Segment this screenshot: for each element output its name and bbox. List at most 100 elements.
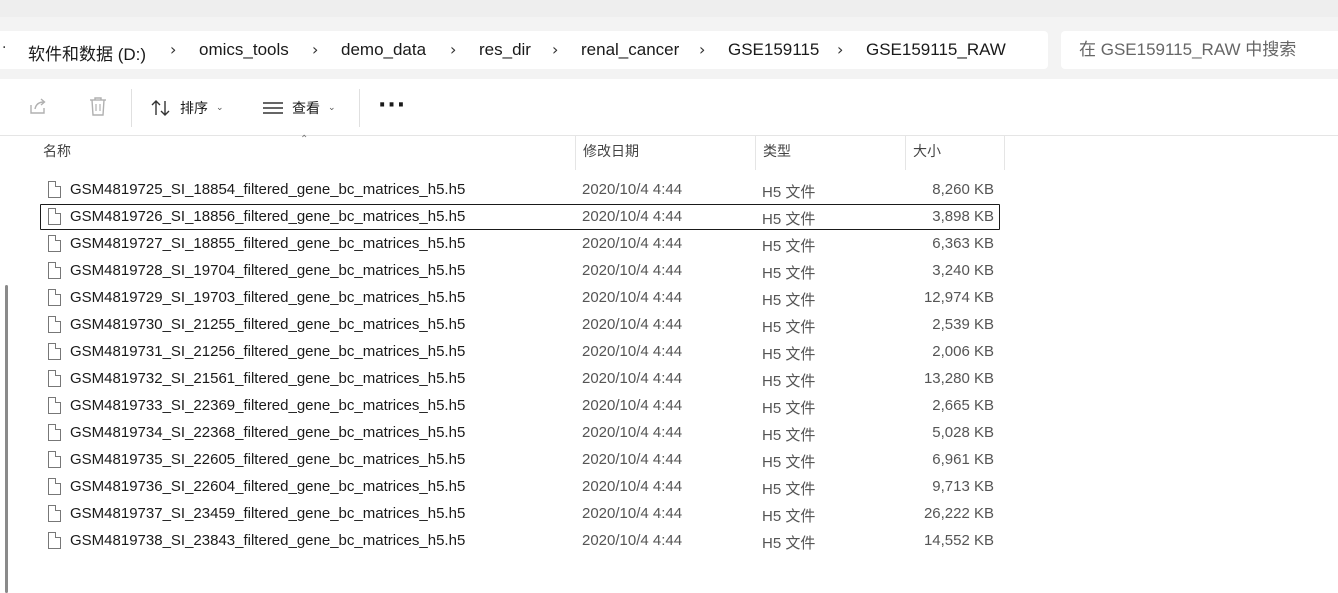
file-name: GSM4819730_SI_21255_filtered_gene_bc_mat… bbox=[70, 316, 466, 333]
file-type: H5 文件 bbox=[762, 400, 816, 417]
file-icon bbox=[48, 343, 61, 360]
file-size: 2,539 KB bbox=[932, 316, 994, 333]
file-size: 2,665 KB bbox=[932, 397, 994, 414]
file-row[interactable]: GSM4819732_SI_21561_filtered_gene_bc_mat… bbox=[40, 366, 1000, 392]
file-row[interactable]: GSM4819725_SI_18854_filtered_gene_bc_mat… bbox=[40, 177, 1000, 203]
breadcrumb[interactable]: · 软件和数据 (D:) › omics_tools › demo_data ›… bbox=[0, 31, 1048, 69]
file-icon bbox=[48, 505, 61, 522]
file-modified-date: 2020/10/4 4:44 bbox=[582, 262, 683, 279]
file-row[interactable]: GSM4819735_SI_22605_filtered_gene_bc_mat… bbox=[40, 447, 1000, 473]
share-icon[interactable] bbox=[27, 95, 51, 119]
file-type: H5 文件 bbox=[762, 481, 816, 498]
breadcrumb-item-res-dir[interactable]: res_dir bbox=[479, 40, 531, 60]
file-name: GSM4819737_SI_23459_filtered_gene_bc_mat… bbox=[70, 505, 466, 522]
file-modified-date: 2020/10/4 4:44 bbox=[582, 235, 683, 252]
window-top-strip bbox=[0, 0, 1338, 17]
view-button[interactable]: 查看 ⌄ bbox=[262, 95, 336, 121]
file-type: H5 文件 bbox=[762, 373, 816, 390]
sort-label: 排序 bbox=[180, 101, 208, 117]
navigation-pane-scrollbar[interactable] bbox=[5, 285, 8, 593]
file-row[interactable]: GSM4819733_SI_22369_filtered_gene_bc_mat… bbox=[40, 393, 1000, 419]
file-name: GSM4819733_SI_22369_filtered_gene_bc_mat… bbox=[70, 397, 466, 414]
more-options-button[interactable]: ··· bbox=[378, 93, 406, 118]
breadcrumb-item-omics-tools[interactable]: omics_tools bbox=[199, 40, 289, 60]
chevron-down-icon: ⌄ bbox=[328, 103, 336, 113]
file-modified-date: 2020/10/4 4:44 bbox=[582, 532, 683, 549]
file-icon bbox=[48, 289, 61, 306]
file-row[interactable]: GSM4819737_SI_23459_filtered_gene_bc_mat… bbox=[40, 501, 1000, 527]
file-modified-date: 2020/10/4 4:44 bbox=[582, 397, 683, 414]
breadcrumb-separator[interactable]: › bbox=[170, 40, 176, 59]
file-row[interactable]: GSM4819731_SI_21256_filtered_gene_bc_mat… bbox=[40, 339, 1000, 365]
file-type: H5 文件 bbox=[762, 211, 816, 228]
file-row[interactable]: GSM4819728_SI_19704_filtered_gene_bc_mat… bbox=[40, 258, 1000, 284]
file-modified-date: 2020/10/4 4:44 bbox=[582, 370, 683, 387]
address-bar: · 软件和数据 (D:) › omics_tools › demo_data ›… bbox=[0, 17, 1338, 80]
file-name: GSM4819738_SI_23843_filtered_gene_bc_mat… bbox=[70, 532, 466, 549]
file-name: GSM4819727_SI_18855_filtered_gene_bc_mat… bbox=[70, 235, 466, 252]
file-name: GSM4819728_SI_19704_filtered_gene_bc_mat… bbox=[70, 262, 466, 279]
breadcrumb-separator[interactable]: › bbox=[312, 40, 318, 59]
column-header-date[interactable]: 修改日期 bbox=[575, 136, 755, 168]
file-icon bbox=[48, 370, 61, 387]
column-header-name[interactable]: 名称 bbox=[35, 136, 575, 168]
breadcrumb-item-drive-d[interactable]: 软件和数据 (D:) bbox=[28, 40, 146, 65]
breadcrumb-separator[interactable]: › bbox=[552, 40, 558, 59]
file-size: 2,006 KB bbox=[932, 343, 994, 360]
file-type: H5 文件 bbox=[762, 184, 816, 201]
search-input[interactable] bbox=[1061, 31, 1338, 69]
file-row[interactable]: GSM4819738_SI_23843_filtered_gene_bc_mat… bbox=[40, 528, 1000, 554]
column-divider[interactable] bbox=[1004, 136, 1005, 170]
delete-icon[interactable] bbox=[87, 95, 111, 119]
column-header-type[interactable]: 类型 bbox=[755, 136, 905, 168]
breadcrumb-item-demo-data[interactable]: demo_data bbox=[341, 40, 426, 60]
file-size: 12,974 KB bbox=[923, 289, 994, 306]
file-type: H5 文件 bbox=[762, 508, 816, 525]
file-modified-date: 2020/10/4 4:44 bbox=[582, 316, 683, 333]
file-size: 6,961 KB bbox=[932, 451, 994, 468]
file-size: 13,280 KB bbox=[923, 370, 994, 387]
view-list-icon bbox=[263, 102, 283, 114]
file-name: GSM4819725_SI_18854_filtered_gene_bc_mat… bbox=[70, 181, 466, 198]
file-type: H5 文件 bbox=[762, 319, 816, 336]
file-modified-date: 2020/10/4 4:44 bbox=[582, 478, 683, 495]
breadcrumb-overflow[interactable]: · bbox=[2, 40, 6, 56]
chevron-down-icon: ⌄ bbox=[216, 103, 224, 113]
file-icon bbox=[48, 451, 61, 468]
file-type: H5 文件 bbox=[762, 427, 816, 444]
file-size: 3,898 KB bbox=[932, 208, 994, 225]
breadcrumb-separator[interactable]: › bbox=[450, 40, 456, 59]
file-type: H5 文件 bbox=[762, 238, 816, 255]
file-name: GSM4819734_SI_22368_filtered_gene_bc_mat… bbox=[70, 424, 466, 441]
file-name: GSM4819731_SI_21256_filtered_gene_bc_mat… bbox=[70, 343, 466, 360]
file-modified-date: 2020/10/4 4:44 bbox=[582, 289, 683, 306]
breadcrumb-separator[interactable]: › bbox=[837, 40, 843, 59]
file-size: 9,713 KB bbox=[932, 478, 994, 495]
file-size: 3,240 KB bbox=[932, 262, 994, 279]
file-row[interactable]: GSM4819729_SI_19703_filtered_gene_bc_mat… bbox=[40, 285, 1000, 311]
file-row[interactable]: GSM4819736_SI_22604_filtered_gene_bc_mat… bbox=[40, 474, 1000, 500]
view-label: 查看 bbox=[292, 101, 320, 117]
file-icon bbox=[48, 397, 61, 414]
sort-button[interactable]: 排序 ⌄ bbox=[150, 95, 224, 121]
toolbar-divider bbox=[131, 89, 132, 127]
breadcrumb-separator[interactable]: › bbox=[699, 40, 705, 59]
file-modified-date: 2020/10/4 4:44 bbox=[582, 451, 683, 468]
file-size: 14,552 KB bbox=[923, 532, 994, 549]
file-name: GSM4819726_SI_18856_filtered_gene_bc_mat… bbox=[70, 208, 466, 225]
file-row[interactable]: GSM4819727_SI_18855_filtered_gene_bc_mat… bbox=[40, 231, 1000, 257]
breadcrumb-item-gse159115[interactable]: GSE159115 bbox=[728, 40, 819, 60]
file-name: GSM4819736_SI_22604_filtered_gene_bc_mat… bbox=[70, 478, 466, 495]
file-size: 8,260 KB bbox=[932, 181, 994, 198]
file-row[interactable]: GSM4819726_SI_18856_filtered_gene_bc_mat… bbox=[40, 204, 1000, 230]
file-row[interactable]: GSM4819734_SI_22368_filtered_gene_bc_mat… bbox=[40, 420, 1000, 446]
sort-icon bbox=[151, 100, 170, 116]
breadcrumb-item-gse159115-raw[interactable]: GSE159115_RAW bbox=[866, 40, 1006, 60]
column-header-size[interactable]: 大小 bbox=[905, 136, 1005, 168]
breadcrumb-item-renal-cancer[interactable]: renal_cancer bbox=[581, 40, 679, 60]
file-type: H5 文件 bbox=[762, 292, 816, 309]
file-icon bbox=[48, 262, 61, 279]
file-size: 26,222 KB bbox=[923, 505, 994, 522]
file-row[interactable]: GSM4819730_SI_21255_filtered_gene_bc_mat… bbox=[40, 312, 1000, 338]
file-modified-date: 2020/10/4 4:44 bbox=[582, 505, 683, 522]
